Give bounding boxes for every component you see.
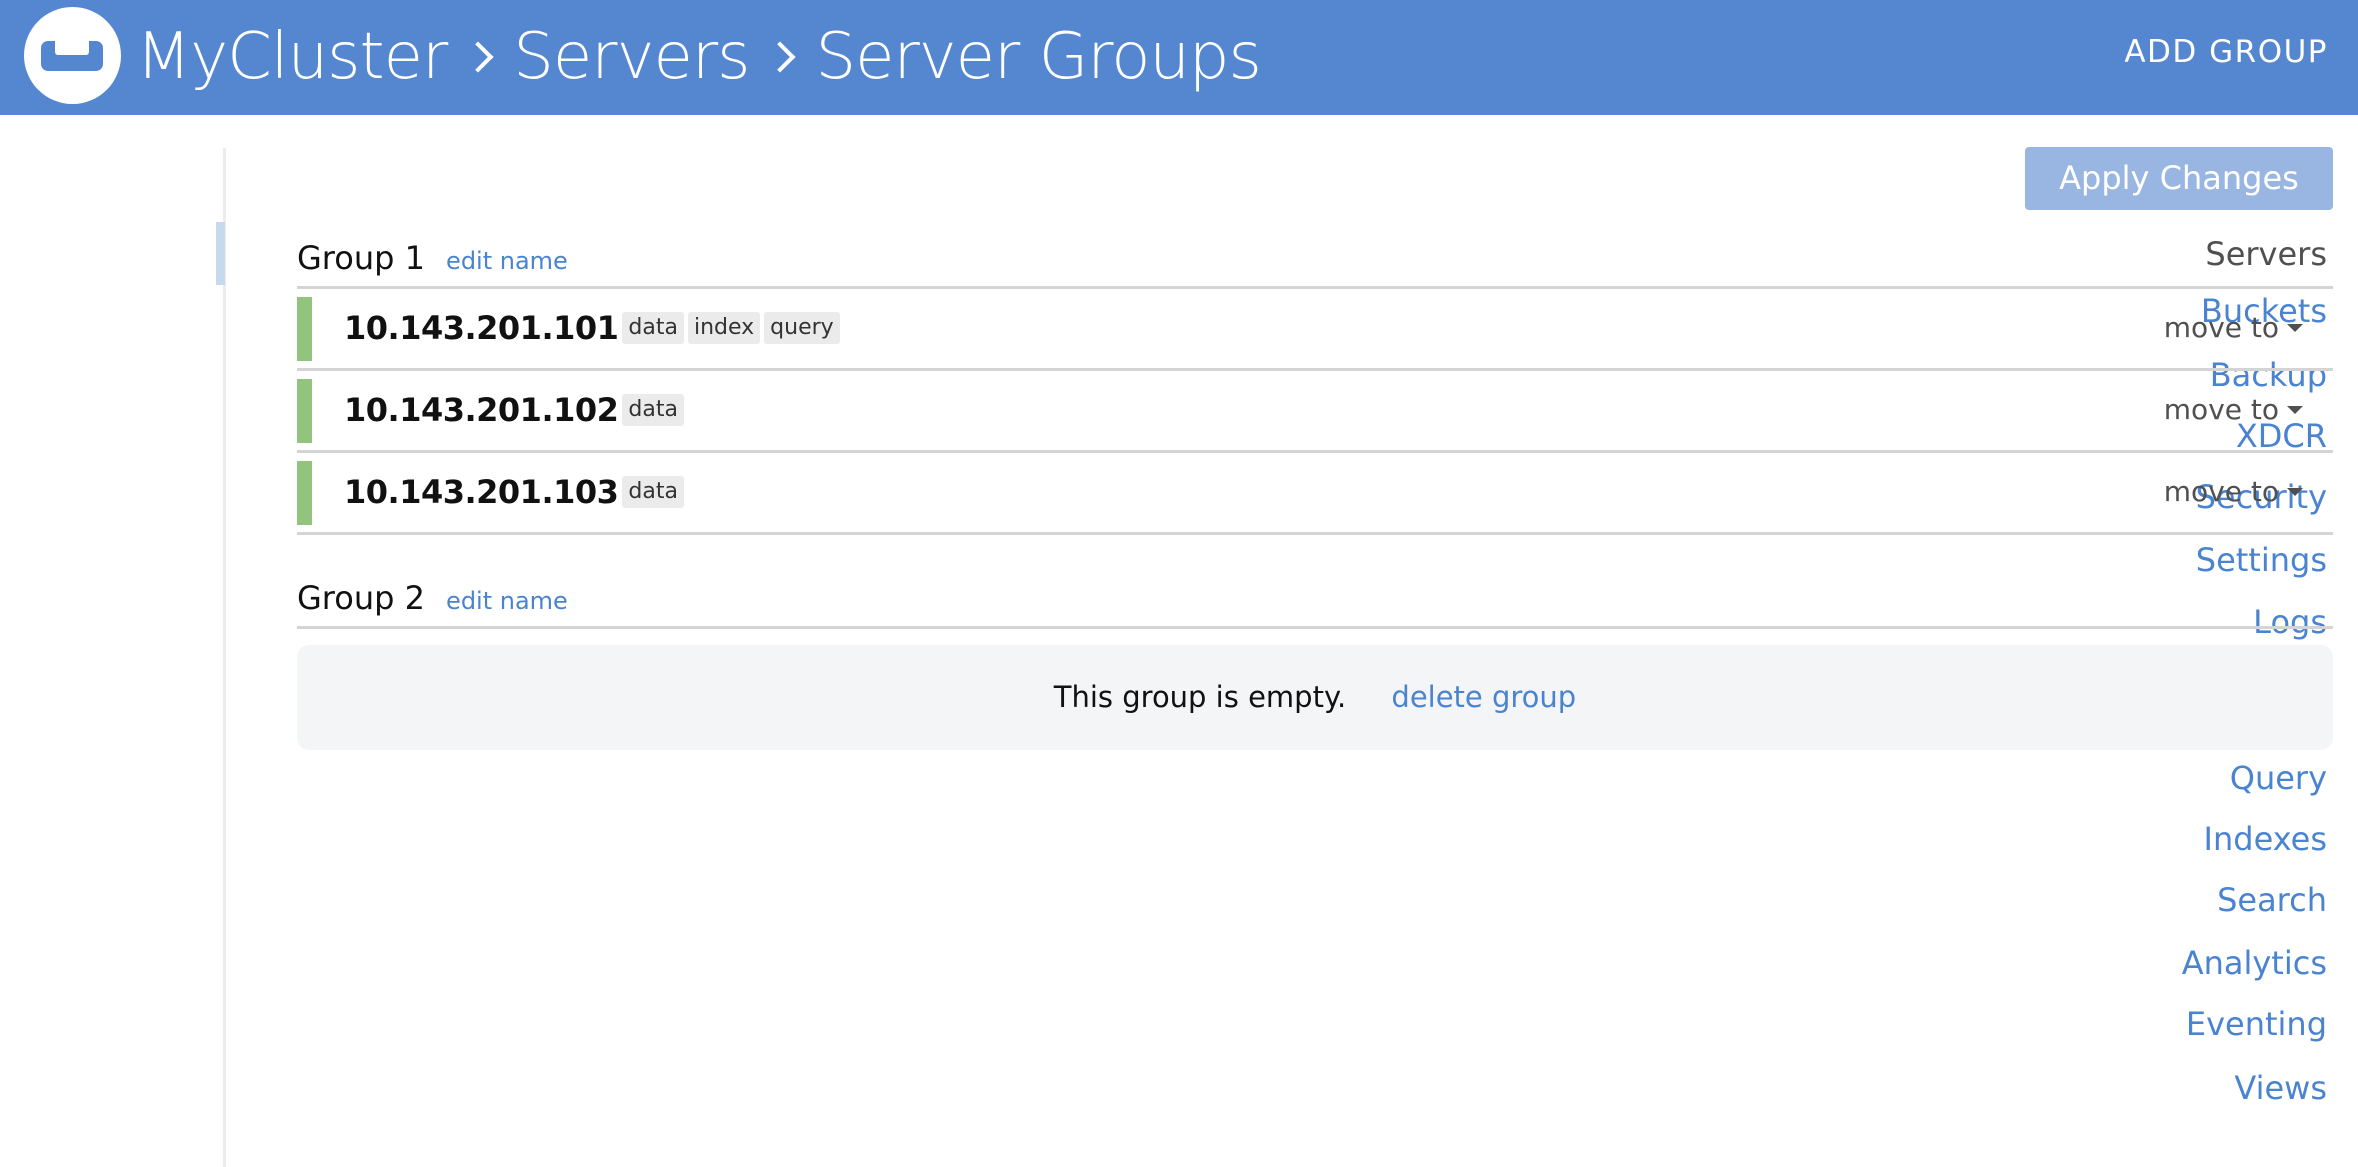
server-status-indicator bbox=[297, 297, 312, 361]
breadcrumb: MyCluster Servers Server Groups bbox=[136, 12, 1262, 102]
server-ip[interactable]: 10.143.201.102 bbox=[344, 391, 619, 429]
chevron-right-icon bbox=[764, 41, 797, 73]
server-ip[interactable]: 10.143.201.101 bbox=[344, 309, 619, 347]
delete-group-link[interactable]: delete group bbox=[1391, 680, 1576, 714]
server-info: 10.143.201.102 data bbox=[344, 391, 684, 429]
move-to-dropdown[interactable]: move to bbox=[2164, 393, 2303, 426]
move-to-label: move to bbox=[2163, 311, 2279, 344]
empty-group-panel: This group is empty. delete group bbox=[297, 645, 2333, 750]
chevron-right-icon bbox=[462, 41, 494, 73]
sidebar-item-logs[interactable]: Logs bbox=[2253, 603, 2327, 641]
sidebar-item-servers[interactable]: Servers bbox=[2205, 235, 2327, 273]
caret-down-icon bbox=[2287, 323, 2303, 332]
service-badge: data bbox=[622, 394, 684, 426]
server-status-indicator bbox=[297, 379, 312, 443]
active-nav-indicator bbox=[216, 222, 225, 285]
divider bbox=[297, 532, 2333, 535]
server-info: 10.143.201.101 data index query bbox=[344, 309, 840, 347]
divider bbox=[297, 626, 2333, 629]
sidebar-item-analytics[interactable]: Analytics bbox=[2182, 944, 2327, 982]
empty-group-message: This group is empty. bbox=[1053, 680, 1347, 714]
breadcrumb-cluster[interactable]: MyCluster bbox=[136, 12, 448, 102]
breadcrumb-servers[interactable]: Servers bbox=[513, 12, 750, 102]
add-group-button[interactable]: ADD GROUP bbox=[2124, 34, 2328, 70]
server-info: 10.143.201.103 data bbox=[344, 473, 684, 511]
server-ip[interactable]: 10.143.201.103 bbox=[344, 473, 619, 511]
sidebar-item-eventing[interactable]: Eventing bbox=[2186, 1005, 2327, 1043]
caret-down-icon bbox=[2287, 487, 2303, 496]
server-row: 10.143.201.103 data move to bbox=[297, 453, 2333, 532]
server-row: 10.143.201.101 data index query move to bbox=[297, 289, 2333, 368]
group-name: Group 1 bbox=[297, 239, 425, 277]
move-to-dropdown[interactable]: move to bbox=[2164, 475, 2303, 508]
group-name: Group 2 bbox=[297, 579, 425, 617]
move-to-label: move to bbox=[2163, 475, 2279, 508]
service-badge: query bbox=[764, 312, 840, 344]
edit-name-link[interactable]: edit name bbox=[446, 587, 568, 615]
breadcrumb-server-groups: Server Groups bbox=[815, 20, 1261, 94]
sidebar-item-indexes[interactable]: Indexes bbox=[2204, 820, 2327, 858]
service-badge: data bbox=[622, 476, 684, 508]
apply-changes-button[interactable]: Apply Changes bbox=[2025, 147, 2333, 210]
couchbase-logo-icon[interactable] bbox=[24, 7, 121, 104]
sidebar-item-search[interactable]: Search bbox=[2217, 881, 2327, 919]
sidebar-item-settings[interactable]: Settings bbox=[2196, 541, 2327, 579]
server-status-indicator bbox=[297, 461, 312, 525]
group-header: Group 1 edit name bbox=[297, 238, 568, 278]
service-badge: data bbox=[622, 312, 684, 344]
group-header: Group 2 edit name bbox=[297, 578, 568, 618]
server-row: 10.143.201.102 data move to bbox=[297, 371, 2333, 450]
caret-down-icon bbox=[2287, 405, 2303, 414]
service-badge: index bbox=[687, 312, 761, 344]
sidebar-item-query[interactable]: Query bbox=[2230, 759, 2327, 797]
top-header: MyCluster Servers Server Groups ADD GROU… bbox=[0, 0, 2358, 115]
edit-name-link[interactable]: edit name bbox=[446, 247, 568, 275]
move-to-dropdown[interactable]: move to bbox=[2164, 311, 2303, 344]
sidebar-nav bbox=[0, 148, 226, 1167]
sidebar-item-views[interactable]: Views bbox=[2234, 1069, 2327, 1107]
move-to-label: move to bbox=[2163, 393, 2279, 426]
